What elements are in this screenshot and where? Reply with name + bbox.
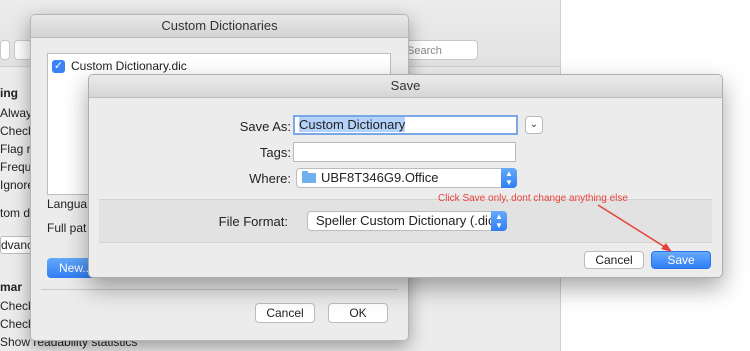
chevron-updown-icon: ▲ ▼ xyxy=(491,211,507,231)
folder-icon xyxy=(302,171,316,183)
spelling-option-5[interactable]: Ignore xyxy=(0,178,34,192)
custom-dictionaries-title: Custom Dictionaries xyxy=(31,15,408,38)
search-placeholder: Search xyxy=(407,45,442,57)
save-as-value: Custom Dictionary xyxy=(299,117,406,132)
dictionary-name: Custom Dictionary.dic xyxy=(71,59,187,73)
custom-dictionary-label: tom d xyxy=(0,206,31,220)
file-format-popup[interactable]: Speller Custom Dictionary (.dic) ▲ ▼ xyxy=(307,211,507,231)
list-item[interactable]: ✓ Custom Dictionary.dic xyxy=(52,57,187,75)
file-format-value: Speller Custom Dictionary (.dic) xyxy=(316,213,499,228)
spelling-option-2[interactable]: Check xyxy=(0,124,34,138)
spelling-heading: ing xyxy=(0,86,18,100)
where-popup[interactable]: UBF8T346G9.Office ▲ ▼ xyxy=(296,168,517,188)
grammar-heading: mar xyxy=(0,280,23,294)
checkbox-checked-icon[interactable]: ✓ xyxy=(52,59,65,73)
save-button[interactable]: Save xyxy=(651,251,711,269)
cancel-button[interactable]: Cancel xyxy=(584,251,644,269)
where-label: Where: xyxy=(249,171,291,186)
file-format-section: File Format: Speller Custom Dictionary (… xyxy=(99,199,712,243)
save-as-field[interactable]: Custom Dictionary xyxy=(293,115,518,135)
toolbar-back-button[interactable] xyxy=(0,40,10,60)
file-format-label: File Format: xyxy=(218,214,288,229)
full-path-label: Full pat xyxy=(47,221,87,235)
grammar-option-1[interactable]: Check xyxy=(0,299,34,313)
save-as-label: Save As: xyxy=(239,119,291,134)
save-dialog: Save Save As: Custom Dictionary ⌄ Tags: … xyxy=(88,74,723,278)
grammar-option-2[interactable]: Check xyxy=(0,317,34,331)
where-value: UBF8T346G9.Office xyxy=(321,170,439,185)
ok-button[interactable]: OK xyxy=(328,303,388,323)
chevron-down-icon[interactable]: ⌄ xyxy=(525,116,543,134)
divider xyxy=(41,289,398,290)
preferences-search-input[interactable]: Search xyxy=(400,40,478,60)
tags-field[interactable] xyxy=(293,142,516,162)
tags-label: Tags: xyxy=(259,145,291,160)
chevron-updown-icon: ▲ ▼ xyxy=(501,168,517,188)
annotation-text: Click Save only, dont change anything el… xyxy=(438,193,628,204)
save-dialog-title: Save xyxy=(89,75,722,98)
language-label: Langua xyxy=(47,197,88,211)
cancel-button[interactable]: Cancel xyxy=(255,303,315,323)
